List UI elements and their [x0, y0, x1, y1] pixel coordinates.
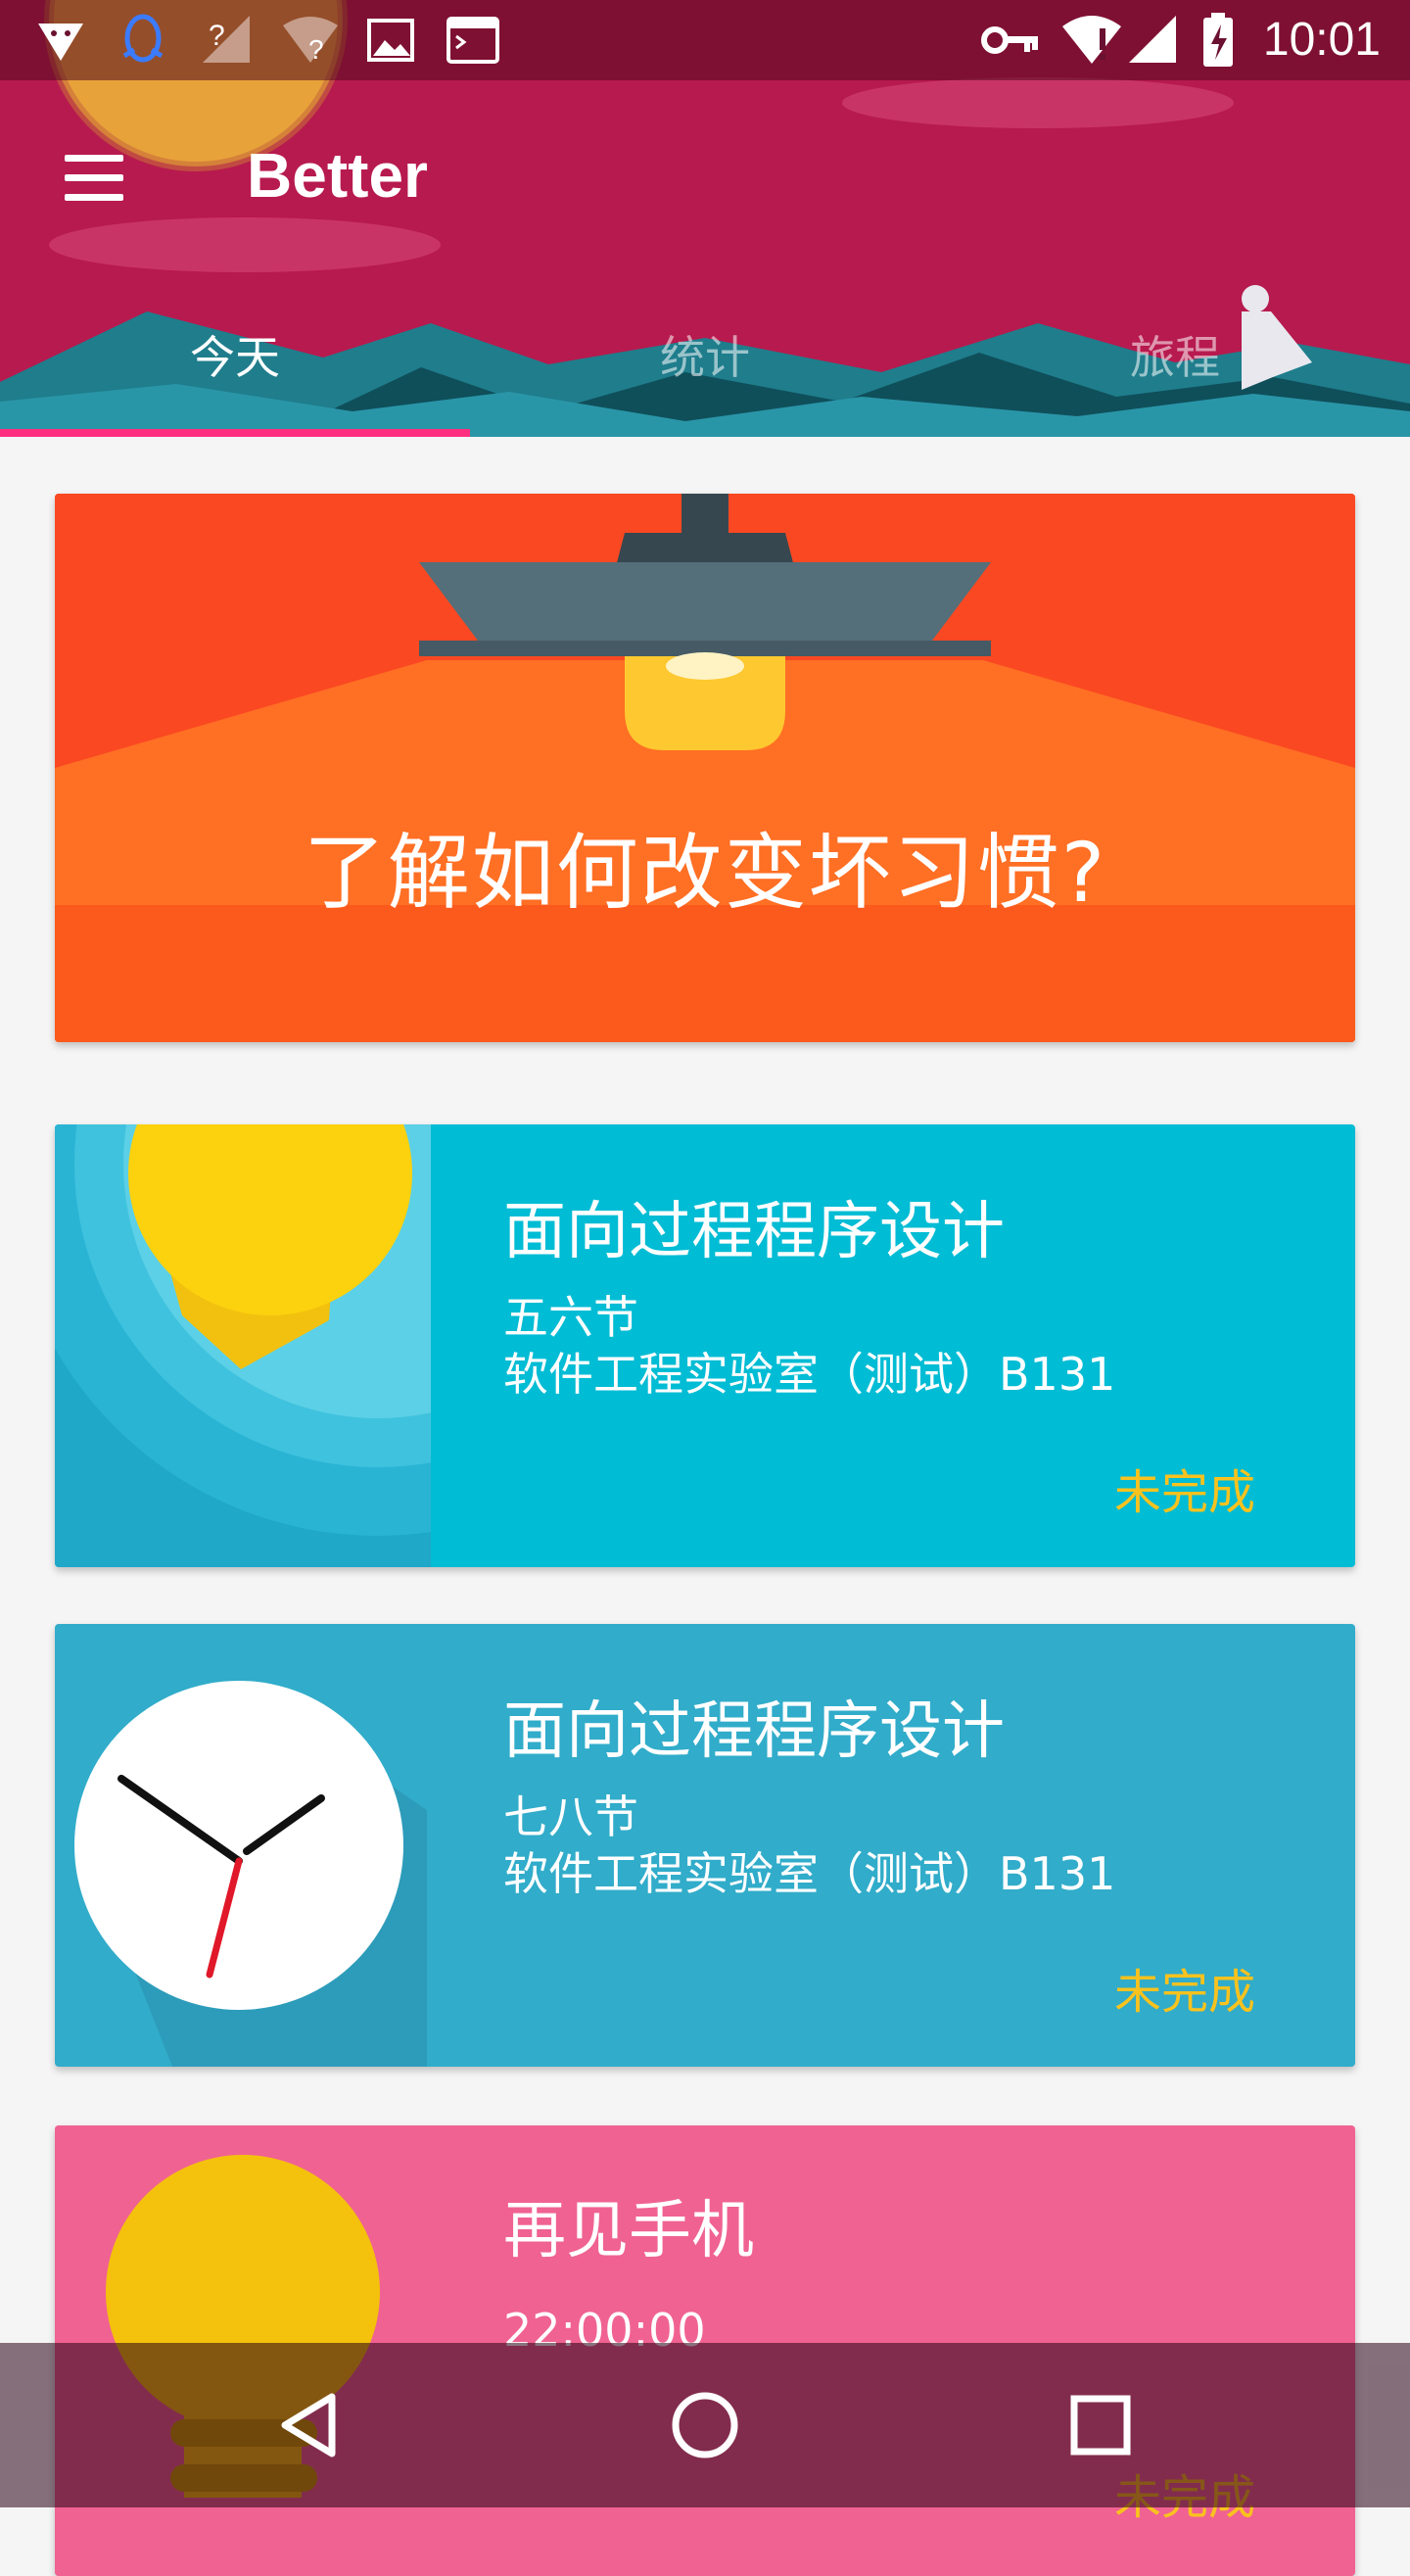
system-navigation-bar [0, 2343, 1410, 2507]
sun-icon [55, 1124, 431, 1567]
terminal-icon [445, 0, 501, 80]
status-bar: ? ? 10:01 [0, 0, 1410, 80]
course-location: 软件工程实验室（测试）B131 [503, 1348, 1116, 1401]
course-period: 七八节 [503, 1790, 638, 1843]
bad-habit-banner[interactable]: 了解如何改变坏习惯? [55, 494, 1355, 1042]
wifi-unknown-icon: ? [280, 0, 341, 80]
lamp-illustration [55, 494, 1355, 1042]
status-label: 未完成 [1113, 1965, 1255, 2020]
course-title: 面向过程程序设计 [503, 1695, 1005, 1768]
svg-text:?: ? [209, 20, 225, 52]
home-icon[interactable] [627, 2343, 783, 2507]
key-icon [979, 0, 1042, 80]
status-clock: 10:01 [1262, 14, 1381, 66]
status-label: 未完成 [1113, 1465, 1255, 1520]
tab-indicator [0, 429, 470, 437]
course-card[interactable]: 面向过程程序设计 七八节 软件工程实验室（测试）B131 未完成 [55, 1624, 1355, 2067]
tab-today[interactable]: 今天 [0, 313, 470, 421]
app-header: ? ? 10:01 Better 今天 统计 旅程 [0, 0, 1410, 437]
image-icon [364, 0, 417, 80]
habit-title: 再见手机 [503, 2195, 754, 2267]
course-period: 五六节 [503, 1291, 638, 1344]
recents-icon[interactable] [1022, 2343, 1179, 2507]
svg-text:?: ? [308, 34, 324, 65]
battery-charging-icon [1197, 0, 1240, 80]
banner-text: 了解如何改变坏习惯? [303, 825, 1107, 921]
android-notification-icon [29, 0, 92, 80]
qq-icon [114, 0, 172, 80]
tab-journey[interactable]: 旅程 [940, 313, 1410, 421]
signal-unknown-icon: ? [200, 0, 255, 80]
cell-signal-icon [1126, 0, 1181, 80]
wifi-alert-icon [1058, 0, 1126, 80]
tab-statistics[interactable]: 统计 [470, 313, 940, 421]
app-title: Better [247, 140, 428, 211]
hamburger-menu-icon[interactable] [59, 147, 129, 210]
course-card[interactable]: 面向过程程序设计 五六节 软件工程实验室（测试）B131 未完成 [55, 1124, 1355, 1567]
course-title: 面向过程程序设计 [503, 1196, 1005, 1268]
clock-icon [74, 1681, 427, 2067]
back-icon[interactable] [231, 2343, 388, 2507]
course-location: 软件工程实验室（测试）B131 [503, 1847, 1116, 1900]
